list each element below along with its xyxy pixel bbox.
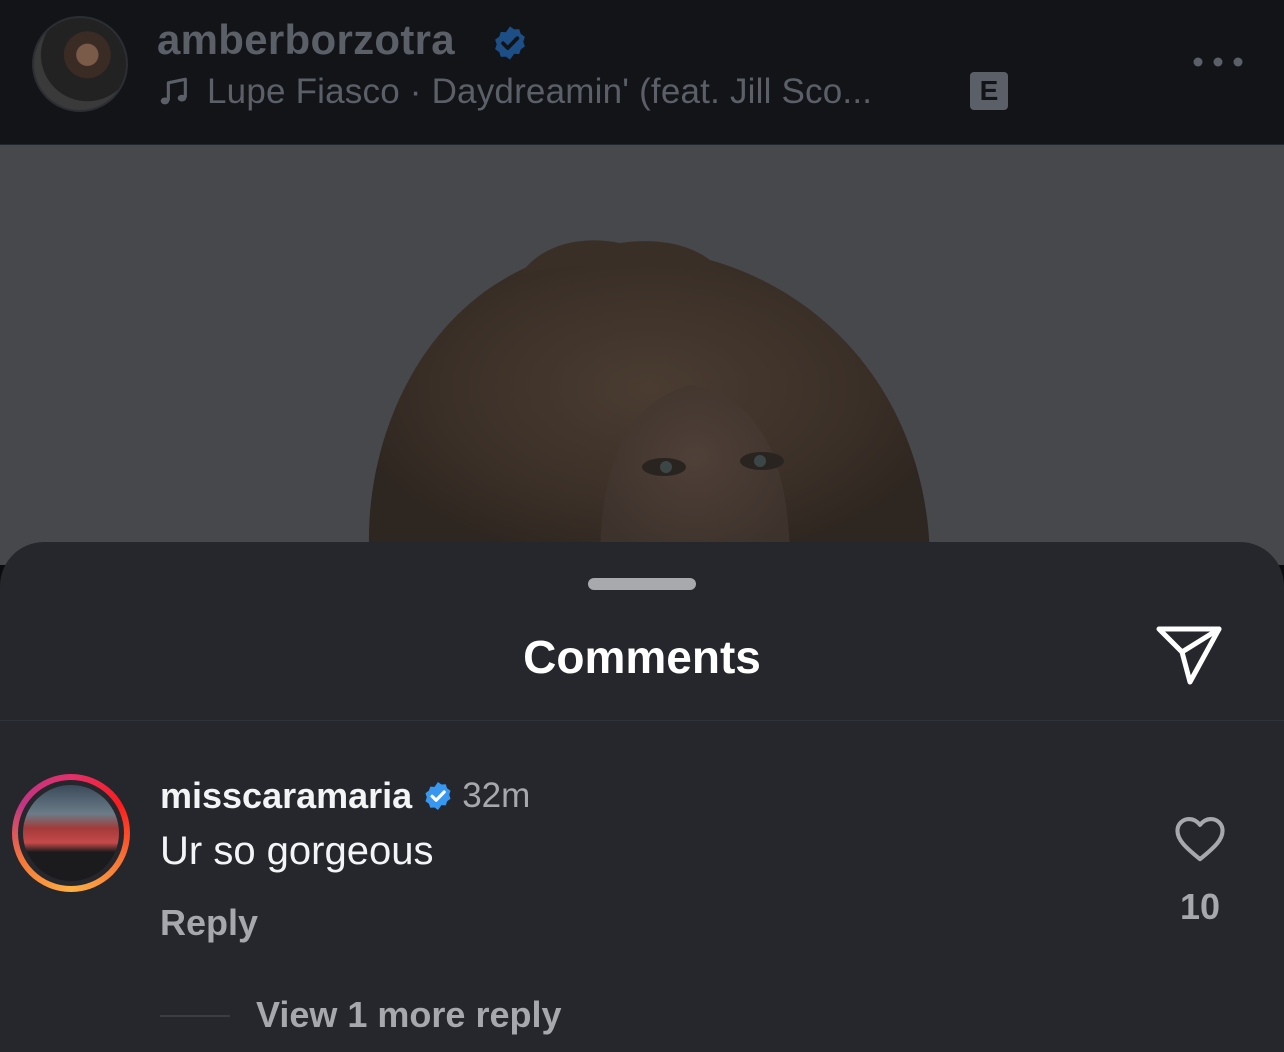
post-author-avatar[interactable] xyxy=(32,16,128,112)
sheet-drag-handle[interactable] xyxy=(588,578,696,590)
comments-title: Comments xyxy=(523,631,761,683)
song-title: Lupe Fiasco · Daydreamin' (feat. Jill Sc… xyxy=(207,72,873,111)
song-attribution[interactable]: Lupe Fiasco · Daydreamin' (feat. Jill Sc… xyxy=(157,70,872,114)
replies-connector-line xyxy=(160,1015,230,1017)
divider xyxy=(0,720,1284,721)
like-count: 10 xyxy=(1179,886,1221,927)
comments-sheet: Comments misscaramaria 32m Ur so gorgeou… xyxy=(0,542,1284,1052)
explicit-badge: E xyxy=(970,72,1008,110)
more-options-icon[interactable] xyxy=(1190,48,1246,76)
comment-header: misscaramaria 32m xyxy=(160,770,530,822)
portrait-photo xyxy=(0,145,1284,565)
commenter-username[interactable]: misscaramaria xyxy=(160,775,412,817)
post-header: amberborzotra Lupe Fiasco · Daydreamin' … xyxy=(0,0,1284,145)
music-note-icon xyxy=(160,77,187,105)
view-more-replies-button[interactable]: View 1 more reply xyxy=(256,994,562,1036)
commenter-avatar-image xyxy=(23,785,119,881)
commenter-avatar[interactable] xyxy=(12,774,130,892)
reel-screen: amberborzotra Lupe Fiasco · Daydreamin' … xyxy=(0,0,1284,1052)
verified-badge-icon xyxy=(495,26,525,60)
post-author-username[interactable]: amberborzotra xyxy=(157,16,455,64)
comment-text: Ur so gorgeous xyxy=(160,829,434,873)
verified-badge-icon xyxy=(425,782,451,810)
post-photo xyxy=(0,145,1284,565)
reply-button[interactable]: Reply xyxy=(160,902,258,944)
heart-icon[interactable] xyxy=(1174,815,1226,863)
share-paper-plane-icon[interactable] xyxy=(1154,624,1224,686)
comment-timestamp: 32m xyxy=(462,776,531,815)
